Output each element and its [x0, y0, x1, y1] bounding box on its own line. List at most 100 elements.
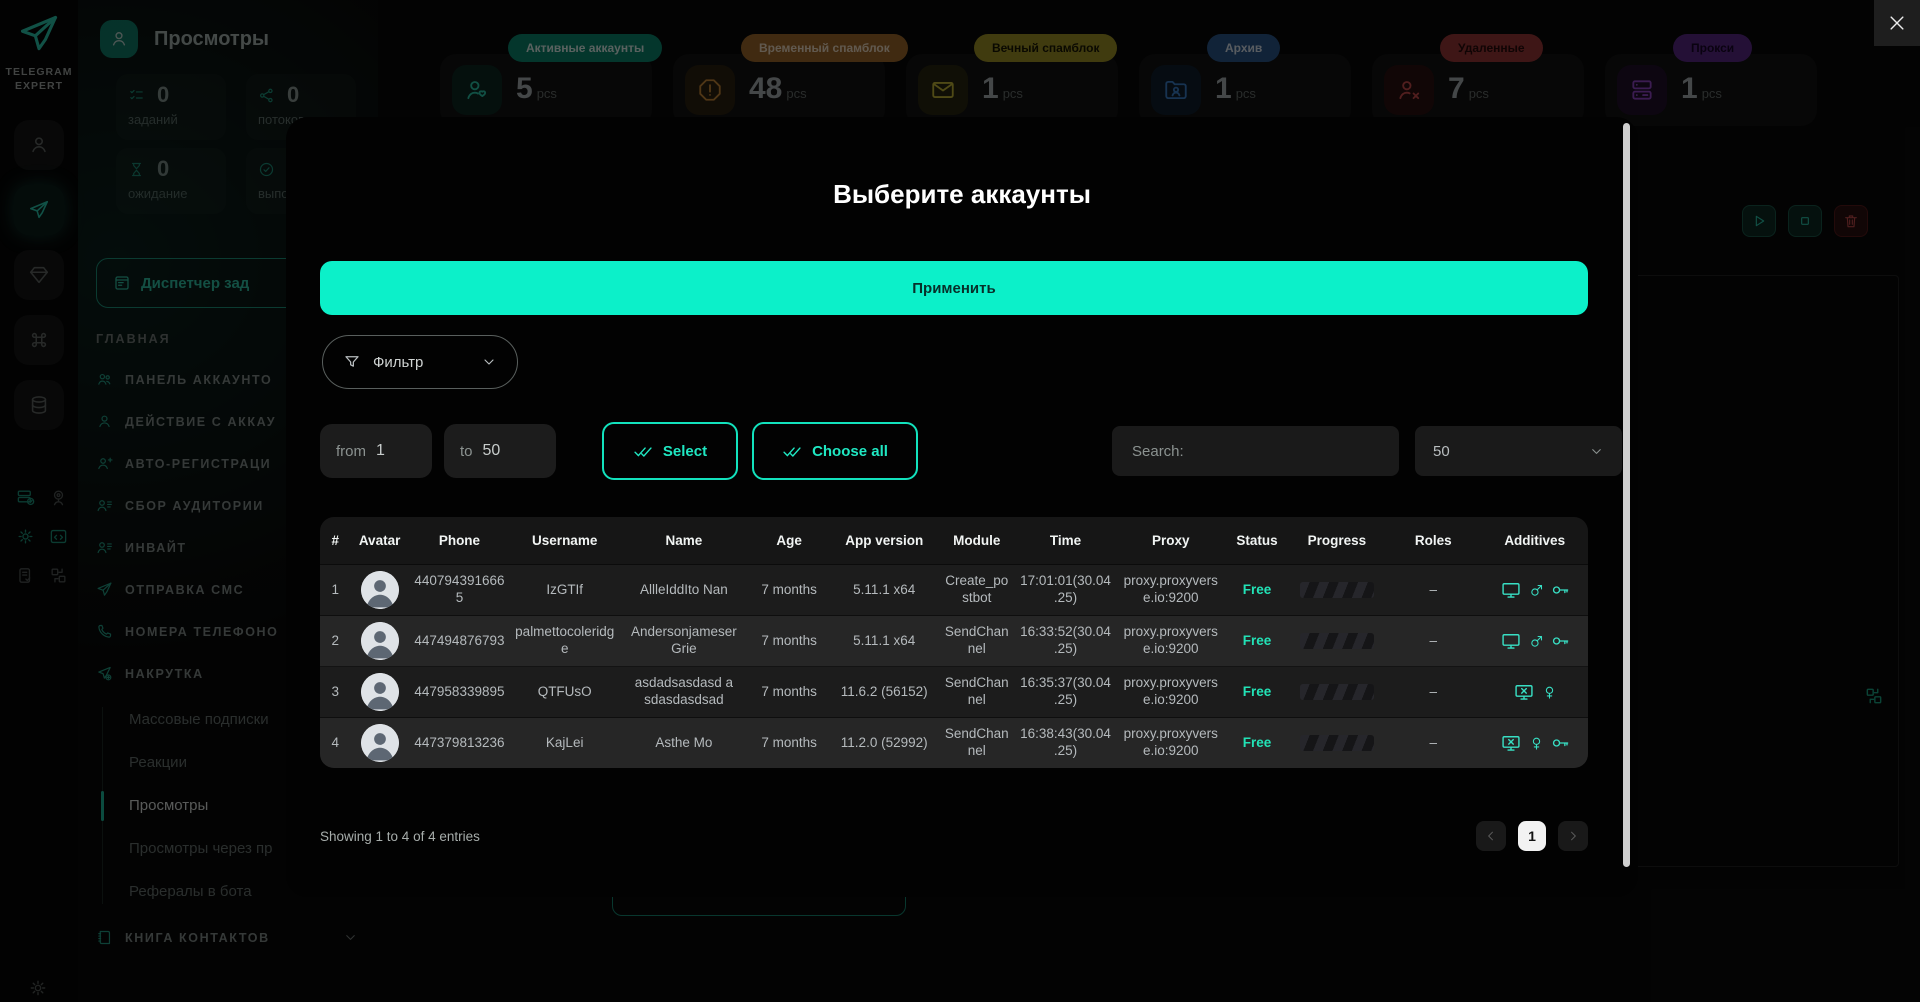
cell-progress	[1289, 565, 1385, 616]
cell-module: SendChannel	[939, 616, 1015, 667]
cell-proxy: proxy.proxyverse.io:9200	[1116, 565, 1225, 616]
cell-app-version: 5.11.1 x64	[830, 616, 939, 667]
chevron-right-icon	[1566, 829, 1580, 843]
cell-app-version: 11.6.2 (56152)	[830, 667, 939, 718]
female-icon	[1529, 735, 1544, 752]
cell-phone: 447494876793	[409, 616, 510, 667]
column-header: Progress	[1289, 517, 1385, 565]
modal-title: Выберите аккаунты	[286, 179, 1638, 210]
cell-module: Create_postbot	[939, 565, 1015, 616]
to-label: to	[460, 443, 473, 460]
progress-bar	[1300, 735, 1374, 751]
select-button[interactable]: Select	[602, 422, 738, 480]
cell-time: 16:35:37(30.04.25)	[1015, 667, 1116, 718]
male-icon	[1529, 582, 1544, 599]
column-header: Status	[1225, 517, 1288, 565]
select-label: Select	[663, 443, 707, 460]
cell-additives	[1481, 718, 1588, 769]
avatar	[361, 571, 399, 609]
app-screen: TELEGRAM EXPERT Диспетчер зад ГЛАВНАЯПАН…	[0, 0, 1920, 1002]
cell-num: 1	[320, 565, 350, 616]
from-value: 1	[376, 442, 385, 460]
table-row[interactable]: 14407943916665IzGTIfAllleIddIto Nan7 mon…	[320, 565, 1588, 616]
cell-proxy: proxy.proxyverse.io:9200	[1116, 616, 1225, 667]
column-header: Time	[1015, 517, 1116, 565]
showing-entries-text: Showing 1 to 4 of 4 entries	[320, 829, 480, 844]
avatar	[361, 724, 399, 762]
next-page-button[interactable]	[1558, 821, 1588, 851]
cell-status: Free	[1225, 565, 1288, 616]
cell-proxy: proxy.proxyverse.io:9200	[1116, 718, 1225, 769]
table-header-row: #AvatarPhoneUsernameNameAgeApp versionMo…	[320, 517, 1588, 565]
column-header: Age	[749, 517, 830, 565]
column-header: Module	[939, 517, 1015, 565]
cell-time: 16:38:43(30.04.25)	[1015, 718, 1116, 769]
key-icon	[1551, 631, 1570, 651]
current-page[interactable]: 1	[1518, 821, 1546, 851]
cell-app-version: 11.2.0 (52992)	[830, 718, 939, 769]
filter-label: Фильтр	[373, 354, 423, 371]
cell-time: 16:33:52(30.04.25)	[1015, 616, 1116, 667]
search-input[interactable]	[1130, 442, 1381, 461]
cell-time: 17:01:01(30.04.25)	[1015, 565, 1116, 616]
cell-app-version: 5.11.1 x64	[830, 565, 939, 616]
cell-username: KajLei	[510, 718, 619, 769]
cell-status: Free	[1225, 616, 1288, 667]
cell-proxy: proxy.proxyverse.io:9200	[1116, 667, 1225, 718]
cell-phone: 4407943916665	[409, 565, 510, 616]
chevron-down-icon	[1589, 444, 1604, 459]
cell-status: Free	[1225, 718, 1288, 769]
cell-username: palmettocoleridge	[510, 616, 619, 667]
progress-bar	[1300, 684, 1374, 700]
choose-all-label: Choose all	[812, 443, 888, 460]
modal-scrollbar[interactable]	[1623, 123, 1630, 867]
cell-avatar	[350, 616, 408, 667]
cell-age: 7 months	[749, 616, 830, 667]
search-field	[1112, 426, 1399, 476]
cell-username: QTFUsO	[510, 667, 619, 718]
filter-dropdown[interactable]: Фильтр	[322, 335, 518, 389]
cell-progress	[1289, 718, 1385, 769]
cell-roles: –	[1385, 667, 1481, 718]
choose-all-button[interactable]: Choose all	[752, 422, 918, 480]
table-row[interactable]: 3 447958339895QTFUsOasdadsasdasd a sdasda…	[320, 667, 1588, 718]
from-input[interactable]: from 1	[320, 424, 432, 478]
cell-num: 3	[320, 667, 350, 718]
chevron-left-icon	[1484, 829, 1498, 843]
column-header: Roles	[1385, 517, 1481, 565]
cell-age: 7 months	[749, 667, 830, 718]
close-modal-button[interactable]	[1874, 0, 1920, 46]
apply-button[interactable]: Применить	[320, 261, 1588, 315]
cell-module: SendChannel	[939, 718, 1015, 769]
cell-phone: 447379813236	[409, 718, 510, 769]
cell-phone: 447958339895	[409, 667, 510, 718]
cell-name: asdadsasdasd a sdasdasdsad	[619, 667, 748, 718]
table-footer: Showing 1 to 4 of 4 entries 1	[320, 821, 1588, 851]
cell-roles: –	[1385, 718, 1481, 769]
cell-status: Free	[1225, 667, 1288, 718]
column-header: Phone	[409, 517, 510, 565]
cell-module: SendChannel	[939, 667, 1015, 718]
from-label: from	[336, 443, 366, 460]
column-header: Additives	[1481, 517, 1588, 565]
page-size-value: 50	[1433, 443, 1450, 460]
cell-num: 2	[320, 616, 350, 667]
select-accounts-modal: Выберите аккаунты Применить Фильтр from …	[286, 117, 1638, 897]
avatar	[361, 622, 399, 660]
prev-page-button[interactable]	[1476, 821, 1506, 851]
to-value: 50	[483, 442, 501, 460]
cell-avatar	[350, 565, 408, 616]
column-header: Username	[510, 517, 619, 565]
table-row[interactable]: 2447494876793palmettocoleridgeAndersonja…	[320, 616, 1588, 667]
cell-roles: –	[1385, 616, 1481, 667]
cell-avatar	[350, 667, 408, 718]
page-size-select[interactable]: 50	[1415, 426, 1622, 476]
close-icon	[1887, 13, 1907, 33]
cell-progress	[1289, 616, 1385, 667]
double-check-icon	[782, 441, 802, 461]
to-input[interactable]: to 50	[444, 424, 556, 478]
cell-username: IzGTIf	[510, 565, 619, 616]
table-row[interactable]: 4447379813236KajLeiAsthe Mo7 months11.2.…	[320, 718, 1588, 769]
cell-progress	[1289, 667, 1385, 718]
chevron-down-icon	[481, 354, 497, 370]
